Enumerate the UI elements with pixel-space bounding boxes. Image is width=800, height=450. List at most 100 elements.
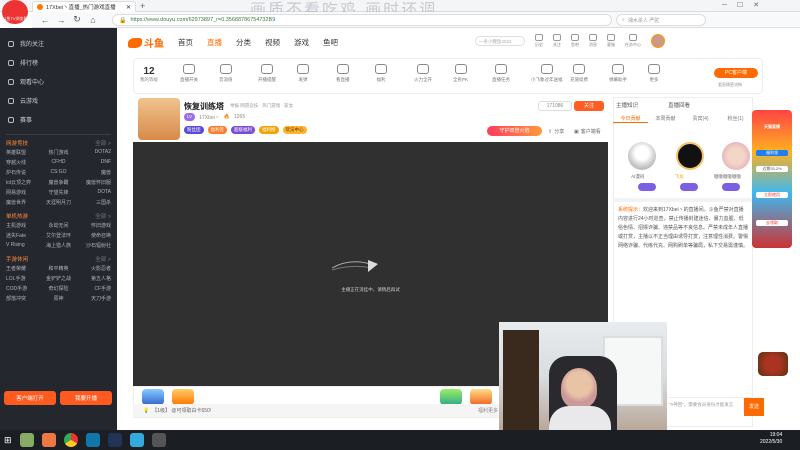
sidebar-game-link[interactable]: 英雄联盟 bbox=[6, 149, 41, 156]
taskbar-app-6-icon[interactable] bbox=[129, 433, 144, 447]
sidebar-game-link[interactable]: COD手游 bbox=[6, 285, 41, 292]
sidebar-game-link[interactable]: 三国杀 bbox=[76, 199, 111, 206]
gift-2-icon[interactable] bbox=[172, 389, 194, 405]
sidebar-game-link[interactable]: 部落冲突 bbox=[6, 295, 41, 302]
follow-button[interactable]: 关注 bbox=[574, 101, 604, 111]
toolbar-tool[interactable]: 开播提醒 bbox=[258, 64, 276, 83]
sidebar-game-link[interactable]: 奇幻探险 bbox=[41, 285, 76, 292]
toolbar-tool[interactable]: 火力全开 bbox=[414, 64, 432, 83]
sidebar-game-link[interactable]: LOL手游 bbox=[6, 275, 41, 282]
go-live-button[interactable]: 我要开播 bbox=[60, 391, 112, 405]
badge-rank[interactable]: 福利榜 bbox=[259, 126, 279, 134]
sidebar-game-link[interactable]: 魔兽争霸 bbox=[41, 179, 76, 186]
system-clock[interactable]: 19:04 2022/5/30 bbox=[760, 432, 782, 446]
nav-video[interactable]: 视频 bbox=[265, 37, 280, 48]
badge-super[interactable]: 超级福利 bbox=[231, 126, 255, 134]
sidebar-game-link[interactable]: CS:GO bbox=[41, 169, 76, 176]
rank-avatar-2[interactable] bbox=[676, 142, 704, 170]
tab-today[interactable]: 今日贡献 bbox=[613, 115, 648, 123]
sidebar-game-link[interactable]: 金铲铲之战 bbox=[41, 275, 76, 282]
toolbar-tool[interactable]: 弹幕助手 bbox=[609, 64, 627, 83]
sidebar-game-link[interactable]: 穿越火线 bbox=[6, 159, 41, 166]
mascot-icon[interactable] bbox=[758, 352, 788, 376]
sidebar-game-link[interactable]: 热门游戏 bbox=[41, 149, 76, 156]
sidebar-game-link[interactable]: 原神 bbox=[41, 295, 76, 302]
new-tab-button[interactable]: + bbox=[140, 1, 145, 11]
sidebar-game-link[interactable]: 天涯明月刀 bbox=[41, 199, 76, 206]
messages-button[interactable]: 消息 bbox=[589, 34, 597, 48]
sidebar-game-link[interactable]: CF手游 bbox=[76, 285, 111, 292]
forward-icon[interactable]: → bbox=[56, 15, 66, 25]
tab-close-icon[interactable]: ✕ bbox=[126, 4, 131, 11]
sidebar-game-link[interactable]: 使命召唤 bbox=[76, 232, 111, 239]
sidebar-game-link[interactable]: V Rising bbox=[6, 242, 41, 249]
douyu-logo[interactable]: 斗鱼 bbox=[128, 35, 164, 50]
toolbar-tool[interactable]: 直播开关 bbox=[180, 64, 198, 83]
anchor-knowledge-link[interactable]: 主播知识 bbox=[616, 101, 638, 109]
sidebar-game-link[interactable]: 沙石辐射社 bbox=[76, 242, 111, 249]
sidebar-game-link[interactable]: lol云顶之弈 bbox=[6, 179, 41, 186]
task-center-button[interactable]: 任务中心 bbox=[625, 34, 641, 48]
send-button[interactable]: 发送 bbox=[744, 398, 764, 416]
sidebar-game-link[interactable]: 魔兽怀旧服 bbox=[76, 179, 111, 186]
sidebar-game-link[interactable]: 第五人格 bbox=[76, 275, 111, 282]
sidebar-game-link[interactable]: DOTA bbox=[76, 189, 111, 196]
toolbar-tool[interactable]: 福利 bbox=[375, 64, 387, 83]
gift-3-icon[interactable] bbox=[440, 389, 462, 405]
toolbar-tool[interactable]: 更多 bbox=[648, 64, 660, 83]
badge-play[interactable]: 玩法中心 bbox=[282, 126, 307, 134]
home-icon[interactable]: ⌂ bbox=[88, 15, 98, 25]
client-watch-button[interactable]: ▣ 客户端看 bbox=[574, 128, 601, 136]
service-button[interactable]: 客服 bbox=[607, 34, 615, 48]
close-window-icon[interactable]: ✕ bbox=[753, 1, 759, 9]
toolbar-tool[interactable]: 直播任务 bbox=[492, 64, 510, 83]
sidebar-game-link[interactable]: 天刀手游 bbox=[76, 295, 111, 302]
replay-link[interactable]: 直播回看 bbox=[668, 101, 690, 109]
sidebar-game-link[interactable]: 主机游戏 bbox=[6, 222, 41, 229]
sidebar-game-link[interactable]: 艾尔登法环 bbox=[41, 232, 76, 239]
sidebar-section-more[interactable]: 全部 > bbox=[95, 255, 111, 263]
site-search-input[interactable]: 一条小鲤鱼2022 bbox=[475, 36, 525, 46]
streamer-name[interactable]: 17Xbei丶 bbox=[199, 114, 220, 121]
sidebar-item-esports[interactable]: 赛事 bbox=[0, 110, 117, 129]
toolbar-tool[interactable]: 看直播 bbox=[336, 64, 350, 83]
gift-4-icon[interactable] bbox=[470, 389, 492, 405]
promo-banner[interactable]: 天猫直播 福利领 近期33.2% 立即使用 去领取 bbox=[752, 110, 792, 248]
sidebar-game-link[interactable]: CFHD bbox=[41, 159, 76, 166]
nav-home[interactable]: 首页 bbox=[178, 37, 193, 48]
share-button[interactable]: ⇪ 分享 bbox=[548, 128, 564, 136]
browser-logo[interactable]: 斗鱼TV浏览器 bbox=[2, 0, 28, 24]
sidebar-item-cloud-game[interactable]: 云游戏 bbox=[0, 91, 117, 110]
sidebar-game-link[interactable]: 魔兽世界 bbox=[6, 199, 41, 206]
streamer-avatar[interactable] bbox=[138, 98, 180, 140]
sidebar-game-link[interactable]: 怀旧游戏 bbox=[76, 222, 111, 229]
rank-avatar-1[interactable] bbox=[628, 142, 656, 170]
taskbar-app-7-icon[interactable] bbox=[151, 433, 166, 447]
reload-icon[interactable]: ↻ bbox=[72, 14, 82, 25]
user-avatar[interactable] bbox=[651, 34, 665, 48]
chrome-icon[interactable] bbox=[63, 433, 78, 447]
sidebar-game-link[interactable]: DNF bbox=[76, 159, 111, 166]
sidebar-game-link[interactable]: 海上猎人族 bbox=[41, 242, 76, 249]
nav-game[interactable]: 游戏 bbox=[294, 37, 309, 48]
sidebar-game-link[interactable]: 迷失Fate bbox=[6, 232, 41, 239]
pc-client-button[interactable]: PC客户端 bbox=[714, 68, 758, 78]
toolbar-tool[interactable]: 发弹 bbox=[297, 64, 309, 83]
yuba-header-button[interactable]: 鱼吧 bbox=[571, 34, 579, 48]
follow-header-button[interactable]: 关注 bbox=[553, 34, 561, 48]
sidebar-game-link[interactable]: 王者荣耀 bbox=[6, 265, 41, 272]
badge-welfare[interactable]: 福利签 bbox=[207, 126, 227, 134]
open-client-button[interactable]: 客户端打开 bbox=[4, 391, 56, 405]
rank-avatar-3[interactable] bbox=[722, 142, 750, 170]
sidebar-game-link[interactable]: 永劫无间 bbox=[41, 222, 76, 229]
taskbar-app-2-icon[interactable] bbox=[41, 433, 56, 447]
steam-icon[interactable] bbox=[107, 433, 122, 447]
sidebar-game-link[interactable]: 守望先锋 bbox=[41, 189, 76, 196]
toolbar-tool[interactable]: 全民PK bbox=[453, 64, 468, 83]
toolbar-tool[interactable]: 音浪值 bbox=[219, 64, 233, 83]
minimize-icon[interactable]: ─ bbox=[722, 2, 727, 9]
toolbar-tool[interactable]: 充值续费 bbox=[570, 64, 588, 83]
sidebar-game-link[interactable]: 魔兽 bbox=[76, 169, 111, 176]
badge-fans[interactable]: 粉丝团 bbox=[184, 126, 204, 134]
nav-live[interactable]: 直播 bbox=[207, 37, 222, 48]
